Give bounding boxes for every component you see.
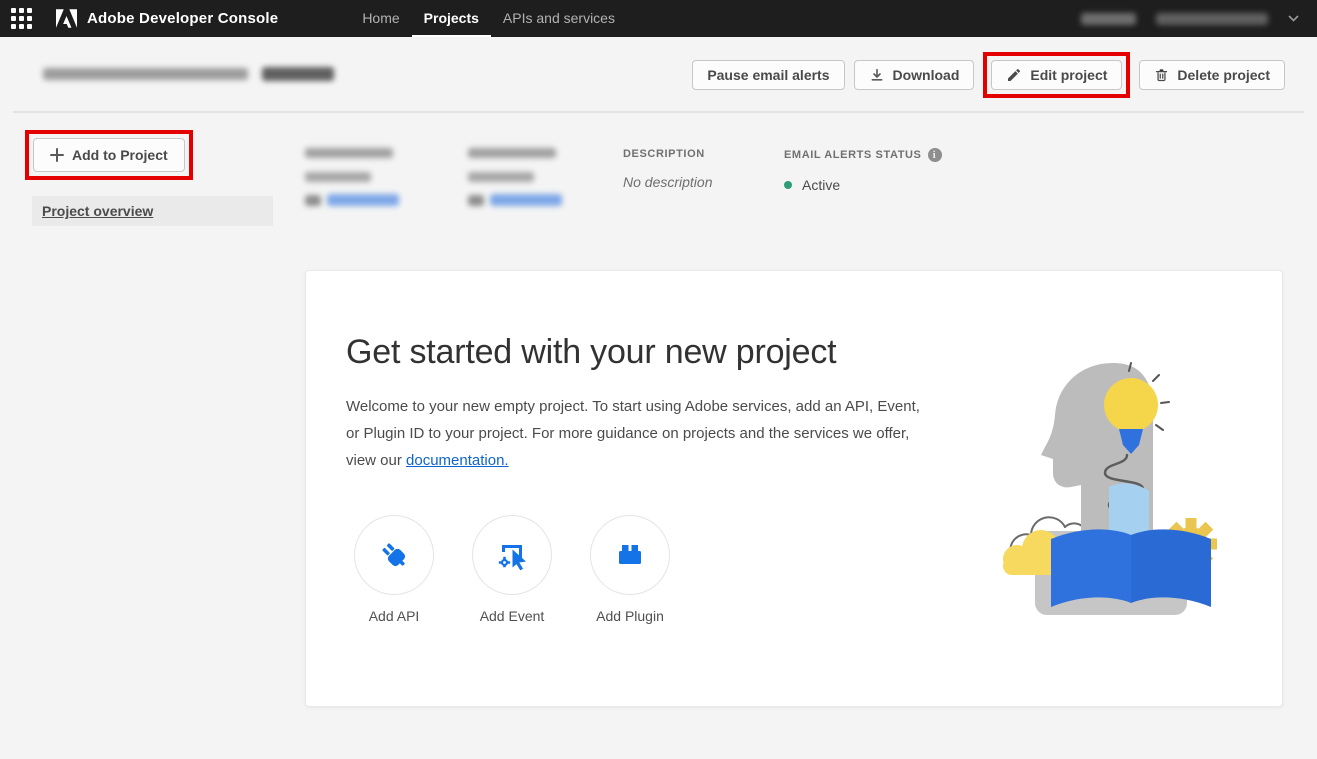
sidebar-item-project-overview[interactable]: Project overview <box>32 196 273 226</box>
status-dot <box>784 181 792 189</box>
redacted-last-modified-date <box>305 172 371 182</box>
project-toolbar: Pause email alerts Download Edit project <box>692 37 1285 113</box>
edit-project-button[interactable]: Edit project <box>991 60 1122 90</box>
plugin-brick-icon <box>611 536 649 574</box>
plus-icon <box>50 148 64 162</box>
quick-actions: Add API <box>354 515 670 624</box>
redacted-org-chip[interactable] <box>1081 13 1136 25</box>
meta-email-alerts: EMAIL ALERTS STATUS i Active <box>784 148 942 193</box>
redacted-created-label <box>468 148 556 158</box>
header-divider <box>13 111 1304 113</box>
top-header: Adobe Developer Console Home Projects AP… <box>0 0 1317 37</box>
event-cursor-icon <box>493 536 531 574</box>
card-heading: Get started with your new project <box>346 333 836 372</box>
adobe-logo-icon <box>56 9 77 28</box>
header-user-area <box>1081 0 1317 37</box>
top-nav: Home Projects APIs and services <box>350 0 627 37</box>
project-illustration <box>1001 359 1236 624</box>
plug-icon <box>375 536 413 574</box>
redacted-user-link[interactable] <box>490 194 562 206</box>
highlight-box-add-to-project: Add to Project <box>25 130 193 180</box>
redacted-last-modified-label <box>305 148 393 158</box>
get-started-card: Get started with your new project Welcom… <box>305 270 1283 707</box>
app-title: Adobe Developer Console <box>87 10 278 27</box>
redacted-by-text <box>305 195 321 206</box>
brand-home-link[interactable]: Adobe Developer Console <box>56 0 278 37</box>
add-event-button[interactable]: Add Event <box>472 515 552 624</box>
add-api-button[interactable]: Add API <box>354 515 434 624</box>
meta-last-modified <box>305 148 399 206</box>
download-icon <box>869 67 885 83</box>
pause-email-alerts-button[interactable]: Pause email alerts <box>692 60 844 90</box>
nav-projects[interactable]: Projects <box>412 0 491 37</box>
nav-home[interactable]: Home <box>350 0 411 37</box>
description-value: No description <box>623 174 713 190</box>
card-body: Welcome to your new empty project. To st… <box>346 393 931 474</box>
redacted-breadcrumb-project-name <box>262 67 334 81</box>
redacted-created-date <box>468 172 534 182</box>
redacted-by-text <box>468 195 484 206</box>
download-button[interactable]: Download <box>854 60 975 90</box>
chevron-down-icon[interactable] <box>1288 15 1299 22</box>
description-label: DESCRIPTION <box>623 148 713 160</box>
redacted-user-link[interactable] <box>327 194 399 206</box>
grid-icon <box>11 8 32 29</box>
add-plugin-button[interactable]: Add Plugin <box>590 515 670 624</box>
nav-apis-and-services[interactable]: APIs and services <box>491 0 627 37</box>
trash-icon <box>1154 67 1169 83</box>
email-alerts-status: Active <box>802 177 840 193</box>
meta-created <box>468 148 562 206</box>
meta-description: DESCRIPTION No description <box>623 148 713 190</box>
info-icon[interactable]: i <box>928 148 942 162</box>
redacted-user-email[interactable] <box>1156 13 1268 25</box>
breadcrumb <box>43 67 334 81</box>
breadcrumb-toolbar-row: Pause email alerts Download Edit project <box>0 37 1317 113</box>
highlight-box-edit-project: Edit project <box>983 52 1130 98</box>
adobe-developer-console-page: Adobe Developer Console Home Projects AP… <box>0 0 1317 759</box>
documentation-link[interactable]: documentation. <box>406 452 509 469</box>
delete-project-button[interactable]: Delete project <box>1139 60 1285 90</box>
app-switcher-button[interactable] <box>0 0 42 37</box>
redacted-breadcrumb-org-projects[interactable] <box>43 68 248 80</box>
add-to-project-button[interactable]: Add to Project <box>33 138 185 172</box>
pencil-icon <box>1006 67 1022 83</box>
email-alerts-label: EMAIL ALERTS STATUS <box>784 149 922 161</box>
